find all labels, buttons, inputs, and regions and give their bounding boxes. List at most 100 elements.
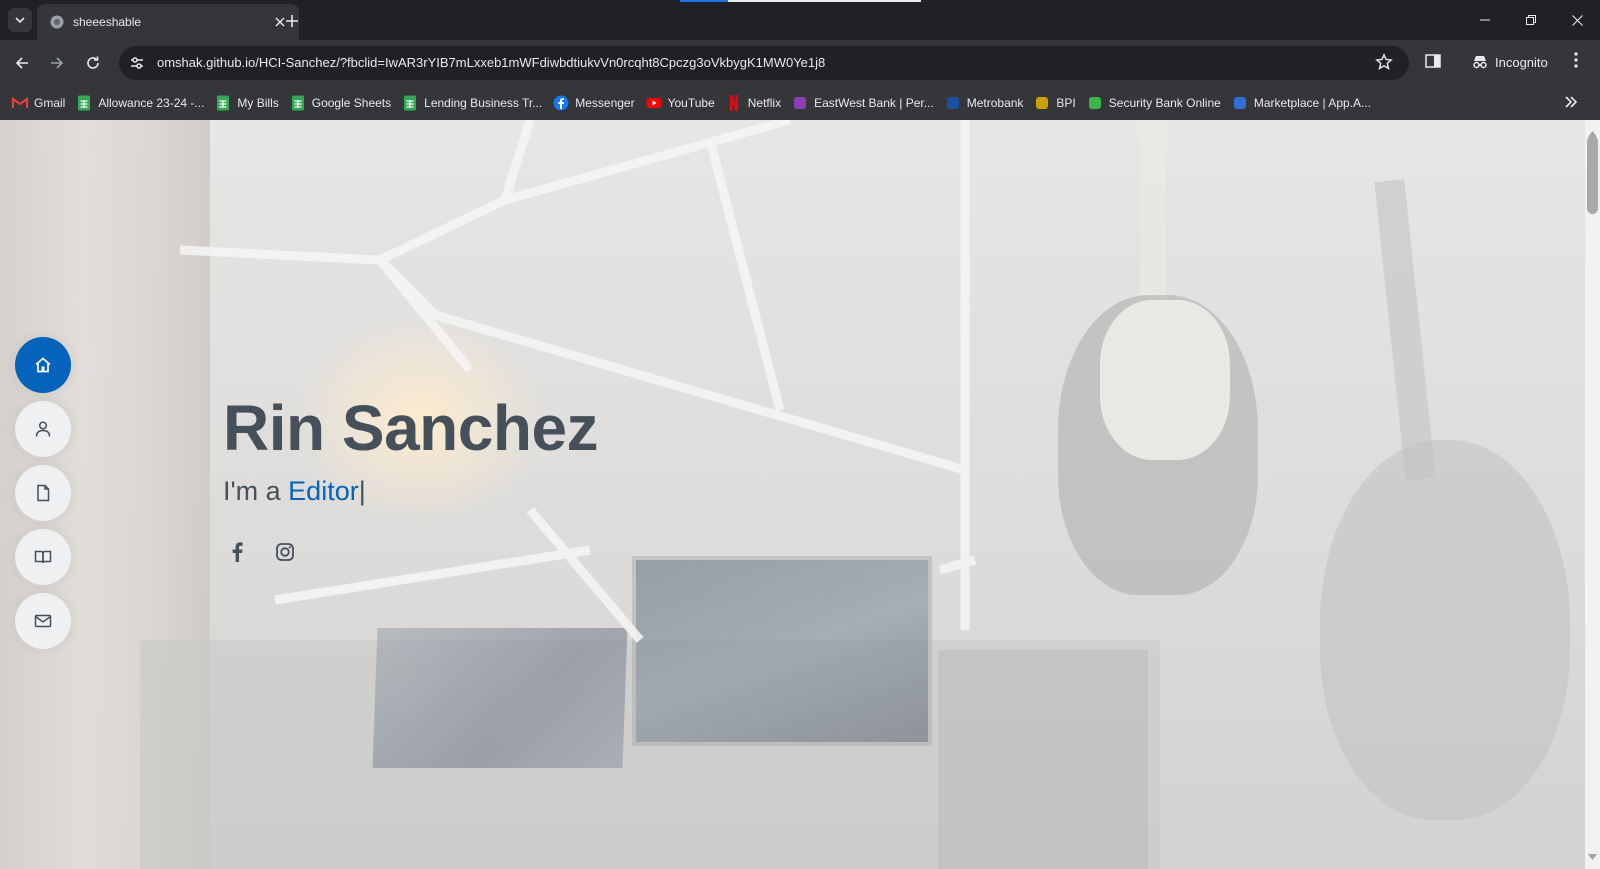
bookmark-item[interactable]: Marketplace | App.A...	[1228, 89, 1378, 117]
arrow-right-icon	[49, 55, 65, 71]
close-window-button[interactable]	[1554, 0, 1600, 40]
netflix-icon	[726, 95, 742, 111]
marketplace-icon	[1232, 95, 1248, 111]
home-icon	[34, 356, 52, 374]
bookmark-label: YouTube	[667, 96, 715, 110]
bookmark-label: EastWest Bank | Per...	[814, 96, 934, 110]
bookmark-label: BPI	[1056, 96, 1076, 110]
bookmark-item[interactable]: Lending Business Tr...	[398, 89, 549, 117]
bookmark-item[interactable]: Gmail	[8, 89, 72, 117]
window-controls	[1462, 0, 1600, 40]
close-icon	[1571, 14, 1583, 26]
typed-cursor: |	[358, 476, 366, 506]
arrow-left-icon	[14, 55, 30, 71]
url-host: omshak.github.io	[157, 55, 256, 70]
bookmark-label: Marketplace | App.A...	[1253, 96, 1372, 110]
chevron-down-icon	[14, 14, 26, 26]
back-button[interactable]	[8, 49, 36, 77]
bookmark-item[interactable]: Security Bank Online	[1083, 89, 1228, 117]
forward-button[interactable]	[43, 49, 71, 77]
browser-tab[interactable]: sheeeshable	[37, 4, 299, 40]
plus-icon	[285, 14, 299, 28]
bookmarks-overflow-button[interactable]	[1564, 95, 1578, 109]
hero-name: Rin Sanchez	[223, 392, 599, 464]
incognito-icon	[1471, 54, 1489, 70]
bookmark-label: Security Bank Online	[1108, 96, 1221, 110]
incognito-label: Incognito	[1495, 54, 1548, 70]
site-info-button[interactable]	[127, 53, 147, 73]
bookmark-label: Netflix	[747, 96, 782, 110]
bookmark-label: Metrobank	[966, 96, 1024, 110]
minimize-button[interactable]	[1462, 0, 1508, 40]
bookmark-item[interactable]: Messenger	[549, 89, 641, 117]
instagram-link[interactable]	[274, 541, 296, 563]
facebook-icon	[231, 542, 243, 562]
browser-menu-button[interactable]	[1568, 51, 1584, 69]
side-panel-button[interactable]	[1424, 52, 1442, 70]
tab-title: sheeeshable	[73, 15, 142, 29]
side-panel-icon	[1424, 52, 1442, 70]
reload-button[interactable]	[79, 49, 107, 77]
nav-about-button[interactable]	[15, 401, 71, 457]
bookmark-label: My Bills	[237, 96, 279, 110]
url-path: /HCI-Sanchez/?fbclid=IwAR3rYIB7mLxxeb1mW…	[255, 55, 826, 70]
hero-tagline: I'm a Editor|	[223, 476, 366, 507]
facebook-link[interactable]	[226, 541, 248, 563]
bookmark-label: Messenger	[575, 96, 635, 110]
globe-icon	[49, 14, 65, 30]
book-icon	[34, 548, 52, 566]
address-bar[interactable]: omshak.github.io/HCI-Sanchez/?fbclid=IwA…	[119, 46, 1409, 80]
bpi-icon	[1034, 95, 1050, 111]
restore-button[interactable]	[1508, 0, 1554, 40]
instagram-icon	[275, 542, 295, 562]
web-page: Rin Sanchez I'm a Editor|	[0, 120, 1585, 869]
tab-strip: sheeeshable	[0, 0, 1600, 40]
tab-search-button[interactable]	[8, 8, 32, 32]
facebook-icon	[553, 95, 569, 111]
bookmark-label: Lending Business Tr...	[424, 96, 543, 110]
url-text: omshak.github.io/HCI-Sanchez/?fbclid=IwA…	[157, 55, 825, 70]
star-icon	[1375, 53, 1395, 71]
social-links	[226, 541, 296, 563]
scrollbar-thumb[interactable]	[1587, 136, 1598, 214]
double-chevron-right-icon	[1564, 95, 1578, 109]
nav-contact-button[interactable]	[15, 593, 71, 649]
sheets-icon	[76, 95, 92, 111]
bookmark-item[interactable]: YouTube	[642, 89, 722, 117]
page-scrollbar[interactable]	[1585, 120, 1600, 869]
nav-resume-button[interactable]	[15, 465, 71, 521]
envelope-icon	[34, 612, 52, 630]
tagline-prefix: I'm a	[223, 476, 289, 506]
reload-icon	[85, 55, 101, 71]
bookmark-item[interactable]: Google Sheets	[286, 89, 398, 117]
securitybank-icon	[1087, 95, 1103, 111]
bookmark-label: Gmail	[34, 96, 66, 110]
metrobank-icon	[945, 95, 961, 111]
bookmarks-bar: Gmail Allowance 23-24 -... My Bills Google …	[0, 86, 1600, 120]
youtube-icon	[646, 95, 662, 111]
bookmark-star-button[interactable]	[1375, 53, 1395, 73]
eastwest-icon	[792, 95, 808, 111]
loading-progress-fill	[680, 0, 729, 2]
gmail-icon	[12, 95, 28, 111]
sheets-icon	[402, 95, 418, 111]
bookmark-item[interactable]: Allowance 23-24 -...	[72, 89, 211, 117]
bookmark-item[interactable]: EastWest Bank | Per...	[788, 89, 941, 117]
bookmark-item[interactable]: My Bills	[211, 89, 285, 117]
scroll-down-arrow[interactable]	[1588, 847, 1597, 865]
typed-role: Editor	[288, 476, 359, 506]
sheets-icon	[215, 95, 231, 111]
new-tab-button[interactable]	[280, 9, 304, 33]
bookmark-item[interactable]: Netflix	[722, 89, 788, 117]
loading-progress-bar	[680, 0, 921, 2]
nav-portfolio-button[interactable]	[15, 529, 71, 585]
file-icon	[34, 484, 52, 502]
restore-icon	[1526, 15, 1536, 25]
browser-toolbar: omshak.github.io/HCI-Sanchez/?fbclid=IwA…	[0, 40, 1600, 86]
bookmark-item[interactable]: BPI	[1030, 89, 1082, 117]
bookmark-item[interactable]: Metrobank	[941, 89, 1031, 117]
nav-home-button[interactable]	[15, 337, 71, 393]
incognito-button[interactable]: Incognito	[1461, 45, 1558, 79]
side-navigation	[15, 337, 71, 657]
tune-icon	[129, 55, 145, 71]
